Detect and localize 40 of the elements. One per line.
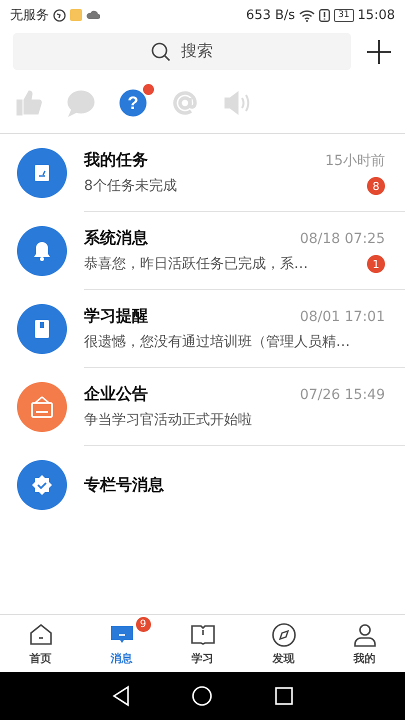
battery-icon: 31: [334, 8, 354, 22]
message-preview: 8个任务未完成: [84, 177, 177, 195]
message-time: 08/18 07:25: [300, 230, 385, 246]
wifi-icon: [299, 8, 316, 22]
message-preview: 争当学习官活动正式开始啦: [84, 411, 252, 429]
house-icon: [28, 622, 54, 648]
nav-tab[interactable]: 消息 9: [81, 615, 162, 672]
message-time: 15小时前: [325, 152, 385, 170]
home-circle-button[interactable]: [191, 685, 214, 707]
message-time: 08/01 17:01: [300, 308, 385, 324]
sim-alert-icon: [319, 8, 330, 22]
search-placeholder: 搜索: [181, 41, 213, 62]
message-title[interactable]: 企业公告: [84, 384, 148, 405]
nav-tab[interactable]: 发现: [243, 615, 324, 672]
tab-badge: 9: [136, 617, 150, 632]
clock-text: 15:08: [358, 8, 395, 22]
message-time: 07/26 15:49: [300, 386, 385, 402]
message-title[interactable]: 系统消息: [84, 228, 148, 249]
cloud-icon: [86, 10, 100, 20]
message-title[interactable]: 专栏号消息: [84, 474, 164, 496]
message-preview: 很遗憾，您没有通过培训班（管理人员精…: [84, 333, 350, 351]
person-icon: [352, 622, 378, 648]
nav-tab[interactable]: 学习: [162, 615, 243, 672]
message-title[interactable]: 学习提醒: [84, 306, 148, 327]
nav-tab[interactable]: 我的: [324, 615, 405, 672]
compass-icon: [270, 622, 296, 648]
app-icon: [70, 9, 82, 21]
globe-icon: [53, 8, 66, 22]
network-speed-text: 653 B/s: [246, 8, 296, 22]
recents-button[interactable]: [273, 685, 296, 707]
message-title[interactable]: 我的任务: [84, 150, 148, 171]
signboard-icon: [29, 394, 55, 420]
nav-tab[interactable]: 首页: [0, 615, 81, 672]
search-field[interactable]: 搜索: [13, 33, 351, 70]
add-button[interactable]: [365, 38, 393, 66]
unread-count: 8: [367, 177, 385, 195]
carrier-text: 无服务: [10, 7, 49, 24]
message-preview: 恭喜您，昨日活跃任务已完成，系…: [84, 255, 308, 273]
unread-count: 1: [367, 255, 385, 273]
search-icon: [151, 42, 171, 62]
